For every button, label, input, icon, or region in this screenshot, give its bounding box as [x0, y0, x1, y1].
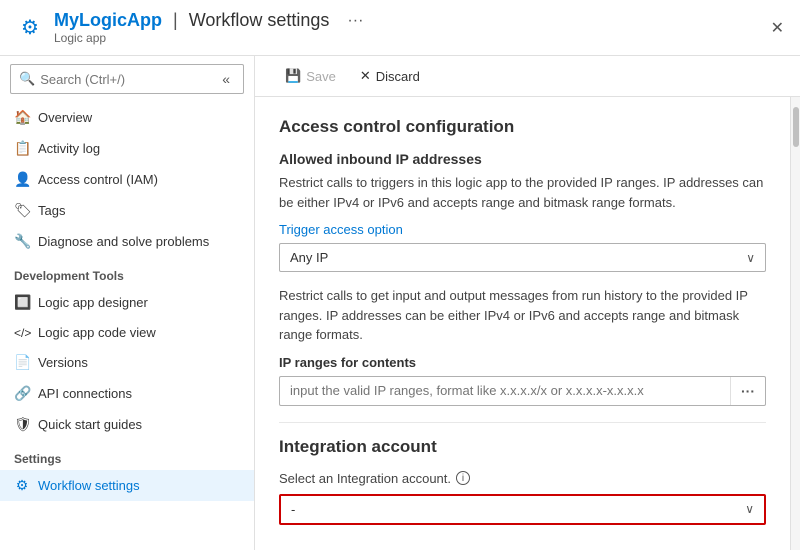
api-connections-icon: 🔗 [14, 385, 30, 402]
integration-select-label: Select an Integration account. [279, 471, 451, 486]
sidebar-item-access-control[interactable]: 👤 Access control (IAM) [0, 164, 254, 195]
sidebar-item-workflow-settings[interactable]: ⚙ Workflow settings [0, 470, 254, 501]
sidebar-item-activity-log[interactable]: 📋 Activity log [0, 133, 254, 164]
close-button[interactable]: ✕ [771, 18, 784, 38]
inbound-desc: Restrict calls to triggers in this logic… [279, 173, 766, 212]
sidebar-nav: 🏠 Overview 📋 Activity log 👤 Access contr… [0, 102, 254, 550]
quick-start-icon: 🛡 [14, 416, 30, 433]
inbound-ip-title: Allowed inbound IP addresses [279, 151, 766, 167]
integration-dropdown-wrapper: - ∨ [279, 494, 766, 525]
header-more-button[interactable]: ··· [347, 12, 363, 30]
versions-icon: 📄 [14, 354, 30, 371]
sidebar-item-label: Logic app code view [38, 325, 156, 340]
designer-icon: 🔲 [14, 294, 30, 311]
header-separator: | [168, 10, 183, 31]
content-body: Access control configuration Allowed inb… [255, 97, 790, 550]
sidebar-item-label: Diagnose and solve problems [38, 234, 209, 249]
diagnose-icon: 🔧 [14, 233, 30, 250]
discard-button[interactable]: ✕ Discard [350, 64, 430, 88]
toolbar: 💾 Save ✕ Discard [255, 56, 800, 97]
sidebar-item-label: Logic app designer [38, 295, 148, 310]
sidebar-item-label: Tags [38, 203, 65, 218]
trigger-dropdown-value: Any IP [290, 250, 328, 265]
ip-ranges-input[interactable] [280, 377, 730, 404]
page-title: Workflow settings [189, 10, 330, 31]
ip-ranges-more-button[interactable]: ··· [730, 377, 765, 405]
header-title-group: MyLogicApp | Workflow settings ··· Logic… [54, 10, 363, 45]
workflow-settings-icon: ⚙ [14, 477, 30, 494]
search-icon: 🔍 [19, 71, 35, 87]
search-box[interactable]: 🔍 « [10, 64, 244, 94]
integration-dropdown[interactable]: - ∨ [279, 494, 766, 525]
sidebar-item-label: Activity log [38, 141, 100, 156]
save-label: Save [306, 69, 336, 84]
code-view-icon: </> [14, 326, 30, 340]
sidebar-item-api-connections[interactable]: 🔗 API connections [0, 378, 254, 409]
sidebar-item-label: Overview [38, 110, 92, 125]
dev-tools-section-header: Development Tools [0, 257, 254, 287]
header: ⚙ MyLogicApp | Workflow settings ··· Log… [0, 0, 800, 56]
section-divider [279, 422, 766, 423]
discard-icon: ✕ [360, 68, 371, 84]
overview-icon: 🏠 [14, 109, 30, 126]
sidebar-item-diagnose[interactable]: 🔧 Diagnose and solve problems [0, 226, 254, 257]
save-icon: 💾 [285, 68, 301, 84]
access-control-icon: 👤 [14, 171, 30, 188]
integration-info-icon[interactable]: i [456, 471, 470, 485]
tags-icon: 🏷 [14, 202, 30, 219]
section-title: Access control configuration [279, 117, 766, 137]
main-layout: 🔍 « 🏠 Overview 📋 Activity log 👤 Access c… [0, 56, 800, 550]
settings-section-header: Settings [0, 440, 254, 470]
scrollbar-thumb[interactable] [793, 107, 799, 147]
sidebar: 🔍 « 🏠 Overview 📋 Activity log 👤 Access c… [0, 56, 255, 550]
trigger-access-link[interactable]: Trigger access option [279, 222, 403, 237]
trigger-dropdown-chevron: ∨ [746, 251, 755, 265]
search-input[interactable] [40, 72, 217, 87]
sidebar-item-label: Versions [38, 355, 88, 370]
ip-ranges-input-wrapper: ··· [279, 376, 766, 406]
app-subtitle: Logic app [54, 31, 363, 45]
sidebar-item-designer[interactable]: 🔲 Logic app designer [0, 287, 254, 318]
app-title: MyLogicApp [54, 10, 162, 31]
trigger-dropdown[interactable]: Any IP ∨ [279, 243, 766, 272]
trigger-access-label: Trigger access option [279, 222, 766, 237]
integration-select-label-wrapper: Select an Integration account. i [279, 471, 766, 486]
ip-ranges-label: IP ranges for contents [279, 355, 766, 370]
sidebar-item-tags[interactable]: 🏷 Tags [0, 195, 254, 226]
activity-log-icon: 📋 [14, 140, 30, 157]
gear-icon: ⚙ [16, 14, 44, 42]
scrollbar-track [790, 97, 800, 550]
sidebar-item-label: Quick start guides [38, 417, 142, 432]
sidebar-item-label: Access control (IAM) [38, 172, 158, 187]
sidebar-item-label: Workflow settings [38, 478, 140, 493]
collapse-button[interactable]: « [217, 69, 235, 89]
sidebar-item-label: API connections [38, 386, 132, 401]
integration-dropdown-value: - [291, 502, 295, 517]
content-area: 💾 Save ✕ Discard Access control configur… [255, 56, 800, 550]
trigger-dropdown-wrapper: Any IP ∨ [279, 243, 766, 272]
sidebar-item-code-view[interactable]: </> Logic app code view [0, 318, 254, 347]
integration-dropdown-chevron: ∨ [745, 502, 754, 516]
sidebar-item-overview[interactable]: 🏠 Overview [0, 102, 254, 133]
save-button[interactable]: 💾 Save [275, 64, 346, 88]
run-history-desc: Restrict calls to get input and output m… [279, 286, 766, 345]
integration-title: Integration account [279, 437, 766, 457]
discard-label: Discard [376, 69, 420, 84]
sidebar-item-quick-start[interactable]: 🛡 Quick start guides [0, 409, 254, 440]
sidebar-item-versions[interactable]: 📄 Versions [0, 347, 254, 378]
